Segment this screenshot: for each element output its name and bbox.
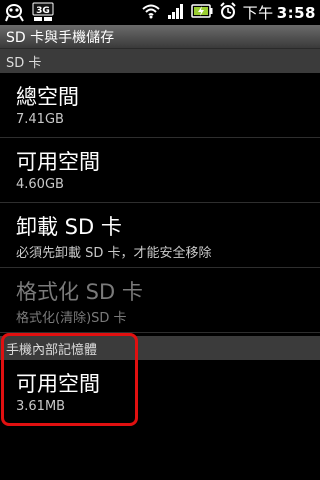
pref-title: 可用空間 [16, 372, 100, 396]
pref-title: 總空間 [16, 85, 79, 109]
clock-period: 下午 [242, 4, 274, 22]
title-bar: SD 卡與手機儲存 [0, 25, 320, 49]
3g-label: 3G [36, 6, 50, 16]
pref-summary: 3.61MB [16, 399, 66, 414]
3g-icon: 3G [32, 2, 54, 26]
section-header-label: 手機內部記憶體 [6, 342, 98, 358]
unmount-sd-button[interactable]: 卸載 SD 卡 必須先卸載 SD 卡，才能安全移除 [0, 203, 320, 268]
system-icons: 下午 3:58 [141, 0, 316, 25]
signal-icon [167, 3, 185, 23]
wifi-icon [141, 3, 161, 23]
pref-title: 卸載 SD 卡 [16, 215, 122, 239]
pref-internal-available-space: 可用空間 3.61MB [0, 360, 320, 424]
status-bar: 3G 下午 3:58 [0, 0, 320, 25]
pref-summary: 格式化(清除)SD 卡 [16, 311, 127, 326]
pref-available-space: 可用空間 4.60GB [0, 138, 320, 203]
pref-title: 格式化 SD 卡 [16, 280, 143, 304]
pref-summary: 必須先卸載 SD 卡，才能安全移除 [16, 246, 212, 261]
clock: 下午 3:58 [243, 2, 316, 23]
pref-summary: 4.60GB [16, 177, 64, 192]
pref-title: 可用空間 [16, 150, 100, 174]
battery-charging-icon [190, 3, 213, 22]
notification-icons: 3G [4, 2, 54, 26]
page-title: SD 卡與手機儲存 [6, 29, 115, 46]
alarm-icon [219, 1, 237, 24]
section-header-internal-storage: 手機內部記憶體 [0, 336, 320, 360]
section-header-sd-card: SD 卡 [0, 49, 320, 73]
pref-summary: 7.41GB [16, 112, 64, 127]
alien-notification-icon [4, 2, 26, 26]
section-header-label: SD 卡 [6, 55, 42, 71]
clock-time: 3:58 [276, 4, 316, 22]
format-sd-button[interactable]: 格式化 SD 卡 格式化(清除)SD 卡 [0, 268, 320, 333]
pref-total-space: 總空間 7.41GB [0, 73, 320, 138]
